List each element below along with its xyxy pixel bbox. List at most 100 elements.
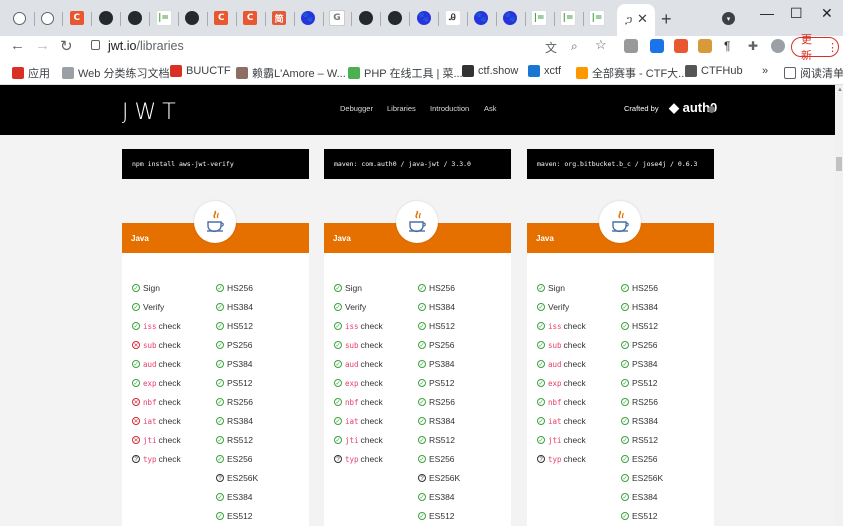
bookmark-item[interactable]: PHP 在线工具 | 菜... (348, 65, 463, 81)
nav-introduction[interactable]: Introduction (430, 104, 469, 113)
reading-list-icon (784, 67, 796, 79)
bookmark-item[interactable]: 赖霸L'Amore – W... (236, 65, 346, 81)
browser-tab[interactable] (9, 8, 29, 28)
browser-tab[interactable]: C (67, 8, 87, 28)
check-circle-icon: ✓ (621, 398, 629, 406)
forward-button[interactable]: → (35, 37, 50, 54)
algorithm-name: RS256 (429, 397, 455, 407)
check-circle-icon: ✓ (216, 341, 224, 349)
browser-tab[interactable]: 简 (269, 8, 289, 28)
nav-libraries[interactable]: Libraries (387, 104, 416, 113)
extension-w-icon[interactable] (650, 39, 664, 53)
extension-icon[interactable] (624, 39, 638, 53)
bookmark-item[interactable]: 全部赛事 - CTF大... (576, 65, 687, 81)
check-circle-icon: ✓ (132, 379, 140, 387)
active-tab-favicon: ጋ (625, 13, 633, 27)
browser-tab[interactable]: G (327, 8, 347, 28)
check-item: ✓ exp check (537, 378, 586, 388)
browser-tab[interactable]: Ꭿ (443, 8, 463, 28)
browser-tab[interactable]: C (211, 8, 231, 28)
nav-debugger[interactable]: Debugger (340, 104, 373, 113)
reload-button[interactable]: ↻ (60, 37, 73, 55)
new-tab-button[interactable]: + (661, 9, 672, 30)
bookmark-favicon-icon (348, 67, 360, 79)
update-button[interactable]: 更新 ⋮ (791, 34, 839, 62)
close-tab-icon[interactable]: ✕ (637, 11, 648, 27)
tab-separator (33, 12, 35, 26)
algorithm-name: ES512 (227, 511, 253, 521)
browser-tab[interactable]: |= (587, 8, 607, 28)
info-icon[interactable] (708, 106, 715, 113)
algorithm-name: HS512 (632, 321, 658, 331)
page-scrollbar[interactable]: ▲ (835, 85, 843, 526)
browser-tab[interactable]: |= (558, 8, 578, 28)
browser-tab[interactable]: 🐾 (414, 8, 434, 28)
check-label: check (158, 435, 181, 445)
browser-tab[interactable] (385, 8, 405, 28)
browser-tab[interactable]: 🐾 (298, 8, 318, 28)
algorithm-name: ES256K (632, 473, 664, 483)
minimize-button[interactable]: — (760, 5, 774, 21)
check-item: ✓ aud check (132, 359, 181, 369)
library-card: Java ✓ Sign ✓ Verify ✓ iss check ✓ sub check ✓ aud ch… (527, 201, 714, 526)
address-bar[interactable]: jwt.io/libraries (108, 39, 184, 53)
bookmark-item[interactable]: Web 分类练习文档 (62, 65, 169, 81)
extensions-puzzle-icon[interactable]: ✚ (748, 39, 758, 53)
check-circle-icon: ✓ (621, 341, 629, 349)
active-tab[interactable]: ጋ ✕ (617, 4, 655, 36)
browser-tab[interactable] (96, 8, 116, 28)
bookmark-label: 赖霸L'Amore – W... (252, 68, 346, 80)
bookmark-item[interactable]: ctf.show (462, 65, 518, 77)
lock-icon[interactable] (91, 40, 100, 50)
extension-cube-icon[interactable] (674, 39, 688, 53)
back-button[interactable]: ← (10, 37, 25, 54)
algorithm-item: ✓ PS384 (418, 359, 455, 369)
tab-search-icon[interactable]: ▾ (722, 12, 735, 25)
bookmark-item[interactable]: CTFHub (685, 65, 743, 77)
browser-tab[interactable]: C (240, 8, 260, 28)
csdn-icon: C (243, 11, 258, 25)
browser-tab[interactable] (356, 8, 376, 28)
check-circle-icon: ✓ (334, 398, 342, 406)
check-circle-icon: ✓ (334, 322, 342, 330)
ae-icon: Ꭿ (445, 11, 460, 25)
algorithm-name: PS512 (632, 378, 658, 388)
browser-tab[interactable] (125, 8, 145, 28)
browser-tab[interactable]: 🐾 (500, 8, 520, 28)
algorithm-item: ✓ ES512 (418, 511, 455, 521)
browser-tab[interactable] (38, 8, 58, 28)
menu-icon[interactable]: ⋮ (827, 41, 838, 54)
scroll-thumb[interactable] (836, 157, 842, 171)
bookmark-item[interactable]: xctf (528, 65, 561, 77)
jwt-logo[interactable]: JWT (122, 100, 182, 125)
reading-list-button[interactable]: 阅读清单 (784, 65, 843, 81)
algorithm-item: ✓ RS512 (418, 435, 455, 445)
algorithm-item: ✓ HS256 (418, 283, 455, 293)
bookmark-star-icon[interactable]: ☆ (595, 37, 607, 53)
extension-pilcrow-icon[interactable]: ¶ (724, 39, 730, 53)
profile-avatar[interactable] (771, 39, 785, 53)
libraries-page: npm install aws-jwt-verify maven: com.au… (0, 135, 835, 526)
zoom-icon[interactable]: ⌕ (571, 39, 578, 54)
translate-icon[interactable]: 文 (545, 39, 557, 56)
tab-separator (322, 12, 324, 26)
bookmarks-more-button[interactable]: » (762, 65, 768, 77)
algorithm-name: ES256 (429, 454, 455, 464)
browser-tab[interactable]: |= (529, 8, 549, 28)
browser-tab[interactable]: |= (154, 8, 174, 28)
browser-tab[interactable]: 🐾 (471, 8, 491, 28)
extension-cookie-icon[interactable] (698, 39, 712, 53)
claim-name: typ (548, 454, 562, 464)
algorithm-item: ✓ PS256 (418, 340, 455, 350)
close-window-button[interactable]: ✕ (821, 5, 833, 22)
maximize-button[interactable]: ☐ (790, 5, 803, 22)
bookmark-item[interactable]: 应用 (12, 65, 50, 81)
github-icon (127, 11, 142, 25)
claim-name: iss (143, 321, 157, 331)
browser-tab[interactable] (182, 8, 202, 28)
bookmark-item[interactable]: BUUCTF (170, 65, 231, 77)
nav-ask[interactable]: Ask (484, 104, 497, 113)
scroll-up-icon[interactable]: ▲ (837, 87, 843, 93)
check-circle-icon: ✓ (418, 322, 426, 330)
check-circle-icon: ✓ (537, 379, 545, 387)
